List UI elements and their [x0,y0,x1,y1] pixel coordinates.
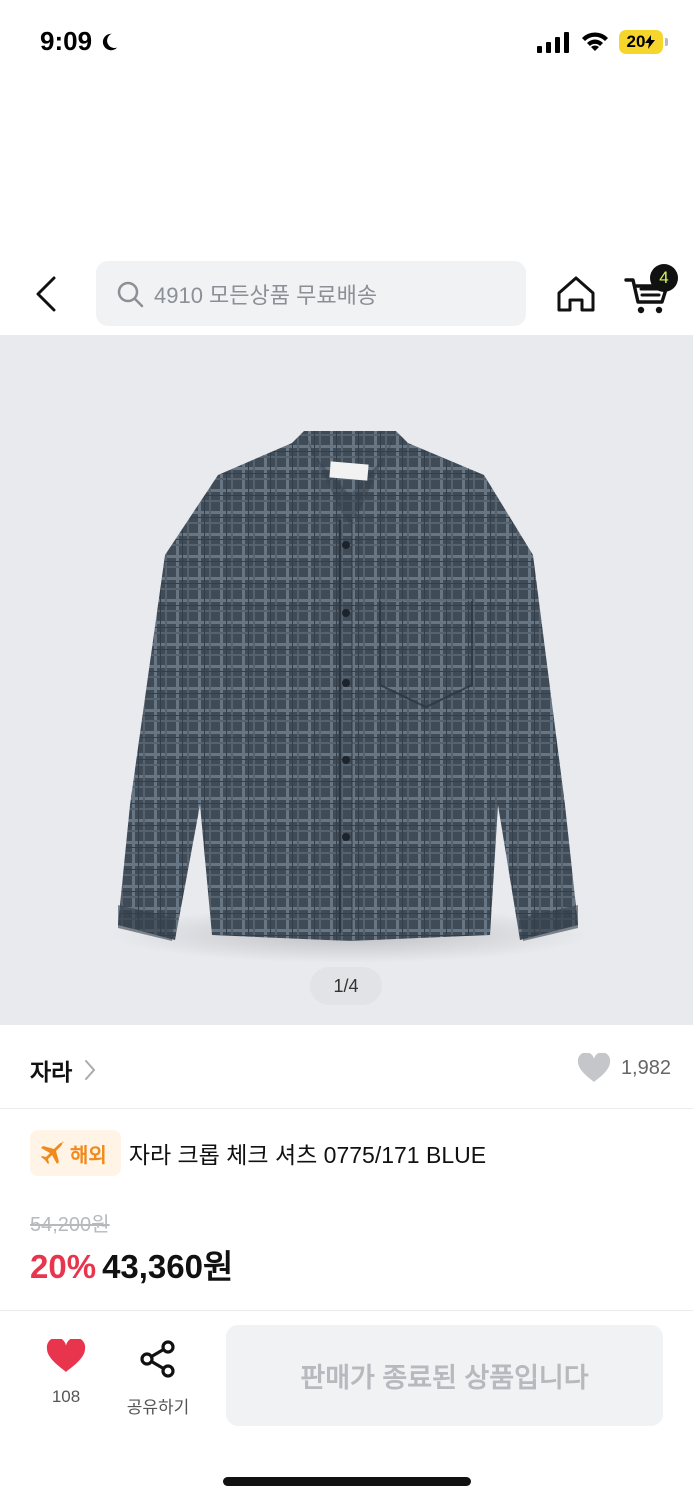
image-counter: 1/4 [310,967,382,1005]
price-row: 20% 43,360원 [30,1240,233,1288]
home-icon [557,276,595,312]
product-image-gallery[interactable]: 1/4 [0,335,693,1025]
sold-out-button[interactable]: 판매가 종료된 상품입니다 [226,1325,663,1426]
heart-icon [577,1053,611,1082]
like-count: 1,982 [620,1056,671,1079]
plane-icon [41,1141,64,1164]
battery-level: 20 [626,32,646,51]
product-title-row: 해외 자라 크롭 체크 셔츠 0775/171 BLUE [30,1130,670,1176]
like-summary: 1,982 [577,1053,671,1083]
top-header: 4910 모든상품 무료배송 [0,258,693,330]
status-time: 9:09 [40,26,120,57]
chevron-right-icon [85,1060,96,1080]
bottom-action-bar: 108 공유하기 판매가 종료된 상품입니다 [0,1310,693,1500]
product-photo [110,431,590,963]
clock-text: 9:09 [40,26,93,56]
moon-icon [102,33,118,50]
share-label: 공유하기 [126,1398,190,1417]
share-button[interactable]: 공유하기 [120,1339,196,1423]
share-icon [140,1340,175,1378]
search-icon [117,281,144,307]
search-input[interactable]: 4910 모든상품 무료배송 [96,261,526,326]
brand-row: 자라 1,982 [0,1025,693,1109]
status-indicators: 20 [537,30,668,54]
wish-button[interactable]: 108 [30,1339,102,1423]
discount-rate: 20% [30,1248,97,1285]
overseas-label: 해외 [70,1144,107,1167]
back-button[interactable] [26,272,66,316]
charging-icon [645,35,656,49]
cart-count-badge: 4 [650,264,678,292]
overseas-badge: 해외 [30,1130,121,1176]
home-indicator [223,1477,471,1486]
battery-indicator: 20 [619,30,668,54]
status-bar: 9:09 20 [0,0,693,86]
wifi-icon [582,32,608,51]
search-placeholder: 4910 모든상품 무료배송 [154,282,378,308]
brand-link[interactable]: 자라 [30,1053,96,1087]
heart-icon [46,1339,86,1372]
signal-icon [537,32,569,53]
back-icon [36,276,56,312]
original-price: 54,200원 [30,1214,110,1236]
sale-price: 43,360원 [102,1248,234,1285]
wish-count: 108 [51,1387,81,1406]
brand-name: 자라 [30,1059,73,1085]
product-title: 자라 크롭 체크 셔츠 0775/171 BLUE [128,1142,487,1168]
home-button[interactable] [554,272,598,316]
